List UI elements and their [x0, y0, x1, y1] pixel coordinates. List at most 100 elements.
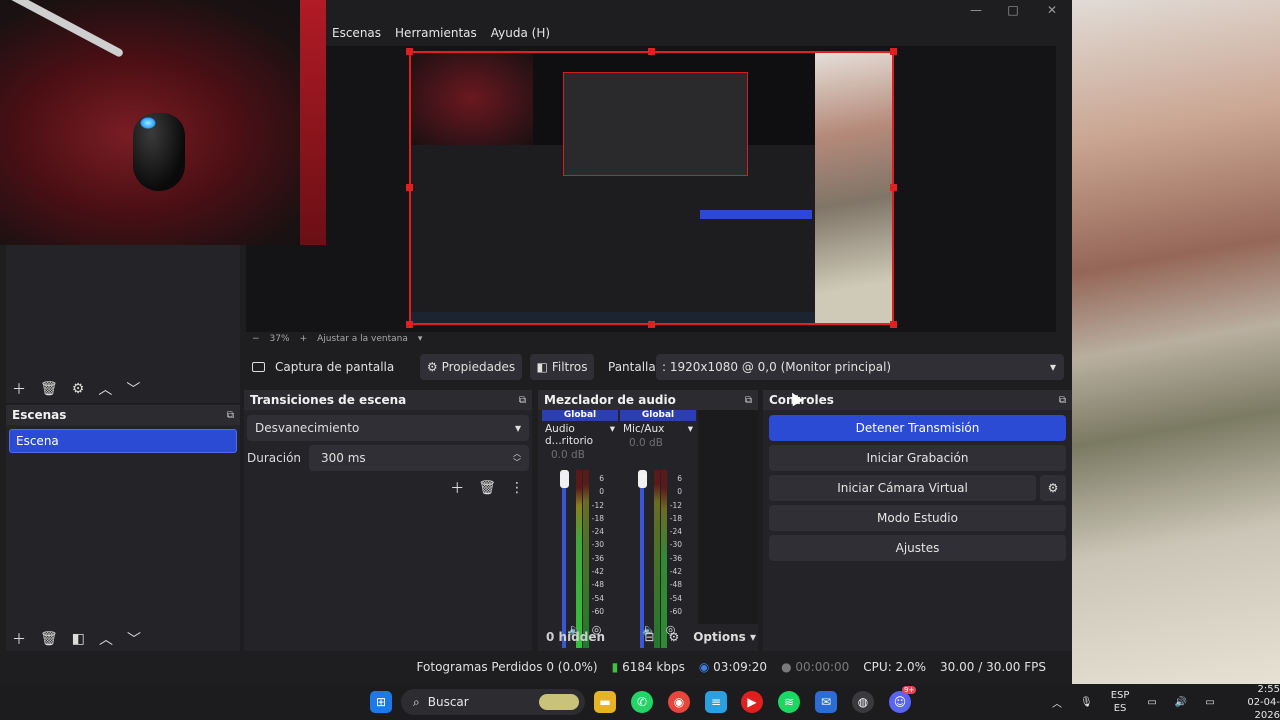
add-icon[interactable]: ＋	[12, 379, 26, 399]
meter-tick-label: 0	[677, 487, 682, 497]
options-button[interactable]: Options ▾	[693, 630, 756, 644]
resize-handle[interactable]	[648, 321, 655, 328]
gear-icon[interactable]: ⚙	[668, 630, 679, 644]
resize-handle[interactable]	[890, 184, 897, 191]
chevron-down-icon[interactable]: ▾	[418, 334, 423, 344]
zoom-bar: − 37% + Ajustar a la ventana ▾	[246, 332, 1056, 346]
menu-scenes[interactable]: Escenas	[332, 22, 381, 44]
title-bar: — □ ✕	[326, 0, 1072, 20]
resize-handle[interactable]	[406, 184, 413, 191]
move-down-icon[interactable]: ﹀	[127, 629, 141, 649]
spotify-icon[interactable]: ≋	[778, 691, 800, 713]
add-icon[interactable]: ＋	[450, 478, 464, 498]
undock-icon[interactable]: ⧉	[1059, 395, 1066, 406]
menu-help[interactable]: Ayuda (H)	[491, 22, 550, 44]
clock[interactable]: 2:55 02-04-2026	[1233, 683, 1280, 720]
language-indicator[interactable]: ESP ES	[1111, 689, 1130, 715]
resize-handle[interactable]	[406, 48, 413, 55]
trash-icon[interactable]: 🗑	[478, 480, 496, 496]
zoom-in-button[interactable]: +	[300, 334, 308, 344]
volume-icon[interactable]: 🔊	[1175, 697, 1187, 708]
monitor-icon[interactable]: ▭	[1147, 697, 1156, 708]
mixer-title: Mezclador de audio	[544, 393, 676, 407]
start-virtualcam-button[interactable]: Iniciar Cámara Virtual	[769, 475, 1036, 501]
discord-icon[interactable]: ☺	[889, 691, 911, 713]
trash-icon[interactable]: 🗑	[40, 381, 58, 397]
youtube-music-icon[interactable]: ▶	[741, 691, 763, 713]
settings-button[interactable]: Ajustes	[769, 535, 1066, 561]
filters-button[interactable]: ◧ Filtros	[530, 354, 594, 380]
preview-canvas[interactable]	[410, 52, 893, 324]
meter-tick-label: -24	[591, 527, 604, 537]
channel-header: Global	[620, 410, 696, 421]
more-icon[interactable]: ⋮	[510, 480, 524, 496]
gear-icon[interactable]: ⚙	[72, 381, 85, 397]
studio-mode-button[interactable]: Modo Estudio	[769, 505, 1066, 531]
resize-handle[interactable]	[648, 48, 655, 55]
volume-fader-track[interactable]	[562, 478, 566, 648]
transition-select[interactable]: Desvanecimiento ▾	[247, 415, 529, 441]
notepad-icon[interactable]: ≡	[705, 691, 727, 713]
desktop-wallpaper	[1072, 0, 1280, 684]
minimize-button[interactable]: —	[956, 2, 996, 18]
resize-handle[interactable]	[890, 48, 897, 55]
record-icon: ●	[781, 660, 792, 674]
mixer-footer: 0 hidden ⊟ ⚙ Options ▾	[546, 630, 756, 644]
stop-stream-button[interactable]: Detener Transmisión	[769, 415, 1066, 441]
undock-icon[interactable]: ⧉	[745, 395, 752, 406]
channel-header: Global	[542, 410, 618, 421]
duration-spinbox[interactable]: 300 ms ︿ ﹀	[309, 445, 529, 471]
whatsapp-icon[interactable]: ✆	[631, 691, 653, 713]
spin-arrows-icon[interactable]: ︿ ﹀	[513, 449, 521, 467]
zoom-out-button[interactable]: −	[252, 334, 260, 344]
mixer-channel: Global Mic/Aux ▾ 0.0 dB 6 0 -12 -18 -24 -30 -36…	[620, 410, 696, 648]
move-up-icon[interactable]: ︿	[98, 379, 112, 399]
channel-name[interactable]: Mic/Aux ▾	[620, 421, 696, 437]
zoom-fit-select[interactable]: Ajustar a la ventana	[317, 334, 408, 344]
preview-taskbar	[410, 312, 815, 324]
preview-nested-capture	[563, 72, 748, 176]
transitions-title: Transiciones de escena	[250, 393, 407, 407]
meter-tick-label: -60	[591, 606, 604, 616]
volume-fader-knob[interactable]	[560, 470, 569, 488]
file-explorer-icon[interactable]: ▬	[594, 691, 616, 713]
resize-handle[interactable]	[406, 321, 413, 328]
move-up-icon[interactable]: ︿	[99, 629, 113, 649]
chevron-up-icon[interactable]: ︿	[1052, 695, 1062, 710]
taskbar-search[interactable]: ⌕ Buscar	[401, 689, 585, 715]
chevron-down-icon: ▾	[1049, 360, 1056, 374]
add-icon[interactable]: ＋	[12, 629, 26, 649]
scene-item[interactable]: Escena	[9, 429, 237, 453]
status-bar: Fotogramas Perdidos 0 (0.0%) ▮ 6184 kbps…	[0, 654, 1072, 680]
battery-icon[interactable]: ▭	[1205, 697, 1214, 708]
undock-icon[interactable]: ⧉	[519, 395, 526, 406]
options-label: Options	[693, 630, 746, 644]
move-down-icon[interactable]: ﹀	[126, 379, 140, 399]
meter-tick-label: -30	[591, 540, 604, 550]
obs-icon[interactable]: ◍	[852, 691, 874, 713]
start-recording-button[interactable]: Iniciar Grabación	[769, 445, 1066, 471]
mail-icon[interactable]: ✉	[815, 691, 837, 713]
dropped-frames: Fotogramas Perdidos 0 (0.0%)	[416, 660, 598, 674]
undock-icon[interactable]: ⧉	[227, 410, 234, 421]
volume-fader-knob[interactable]	[638, 470, 647, 488]
gear-icon[interactable]: ⚙	[1040, 475, 1066, 501]
channel-name-label: Audio d...ritorio	[545, 423, 594, 447]
layout-icon[interactable]: ⊟	[644, 630, 654, 644]
close-button[interactable]: ✕	[1032, 2, 1072, 18]
properties-button[interactable]: ⚙ Propiedades	[420, 354, 522, 380]
screen-select[interactable]: : 1920x1080 @ 0,0 (Monitor principal) ▾	[656, 354, 1064, 380]
microphone-icon[interactable]: 🎙	[1080, 697, 1093, 708]
trash-icon[interactable]: 🗑	[40, 631, 58, 647]
channel-name[interactable]: Audio d...ritorio ▾	[542, 421, 618, 449]
rec-time: ● 00:00:00	[781, 660, 849, 674]
hidden-count: 0 hidden	[546, 630, 606, 644]
clock-date: 02-04-2026	[1247, 696, 1280, 720]
menu-tools[interactable]: Herramientas	[395, 22, 477, 44]
resize-handle[interactable]	[890, 321, 897, 328]
chrome-icon[interactable]: ◉	[668, 691, 690, 713]
windows-start-icon[interactable]: ⊞	[370, 691, 392, 713]
maximize-button[interactable]: □	[993, 2, 1033, 18]
filter-icon[interactable]: ◧	[72, 631, 85, 647]
meter-tick-label: -30	[669, 540, 682, 550]
